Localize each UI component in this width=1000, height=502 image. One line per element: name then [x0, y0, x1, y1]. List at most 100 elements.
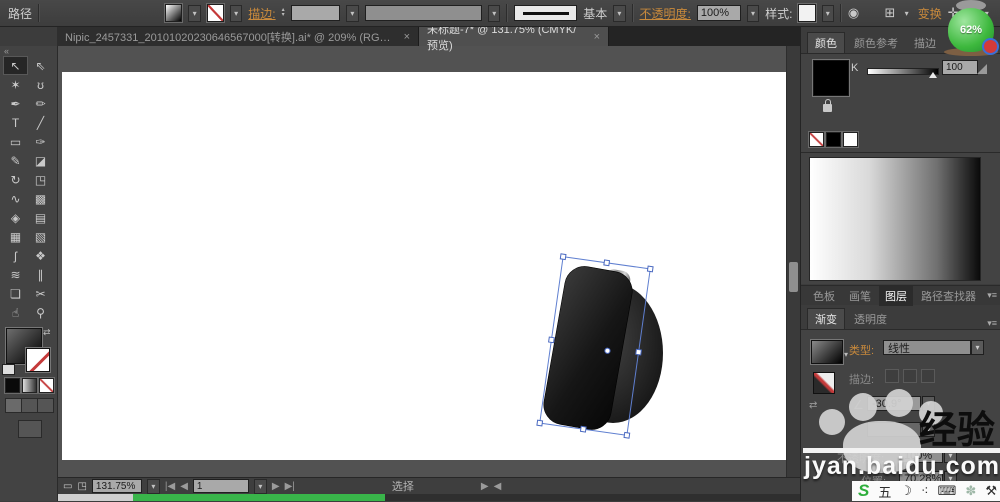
tab-brushes[interactable]: 画笔 [843, 286, 877, 306]
aspect-ratio-field[interactable] [867, 422, 921, 437]
default-fill-stroke-icon[interactable] [2, 364, 15, 375]
selection-handle[interactable] [635, 348, 642, 356]
selection-handle[interactable] [548, 336, 555, 344]
arrange-documents-icon[interactable]: ◳ [77, 481, 86, 492]
zoom-tool[interactable]: ⚲ [28, 303, 53, 322]
gradient-type-dropdown-icon[interactable]: ▾ [971, 340, 984, 355]
tab-stroke[interactable]: 描边 [907, 33, 943, 53]
next-artboard-icon[interactable]: ▶ [272, 481, 280, 492]
opacity-field[interactable]: 100% [696, 5, 741, 21]
selection-handle[interactable] [646, 265, 654, 273]
zoom-level-field[interactable]: 131.75% [91, 479, 142, 493]
prev-artboard-icon[interactable]: ◀ [180, 481, 188, 492]
black-swatch[interactable] [826, 132, 841, 147]
skin-icon[interactable]: ✽ [965, 483, 976, 499]
vertical-scrollbar[interactable] [786, 46, 801, 478]
vertical-scrollbar-thumb[interactable] [789, 262, 798, 292]
magic-wand-tool[interactable]: ✶ [3, 75, 28, 94]
stroke-weight-stepper[interactable]: ▴ ▾ [282, 7, 285, 18]
wrench-icon[interactable]: ⚒ [985, 483, 997, 499]
screen-mode-button[interactable] [18, 420, 42, 438]
artboard-tool[interactable]: ❏ [3, 284, 28, 303]
gradient-button[interactable] [22, 378, 37, 393]
stroke-weight-field[interactable] [290, 5, 341, 21]
first-artboard-icon[interactable]: |◀ [165, 481, 175, 492]
gradient-ramp[interactable] [809, 157, 981, 281]
align-options-icon[interactable]: ⊞ [884, 5, 895, 21]
splitter-left-icon[interactable]: ◀ [494, 481, 502, 492]
free-transform-tool[interactable]: ▩ [28, 189, 53, 208]
stroke-dropdown-icon[interactable]: ▾ [229, 4, 243, 22]
selection-center-point[interactable] [604, 347, 611, 354]
spectrum-wedge-icon[interactable] [977, 64, 987, 74]
rectangle-tool[interactable]: ▭ [3, 132, 28, 151]
punctuation-icon[interactable]: ⁖ [921, 483, 929, 499]
document-tab-1[interactable]: Nipic_2457331_20101020230646567000[转换].a… [57, 27, 419, 46]
wubi-icon[interactable]: 五 [878, 482, 891, 501]
selection-handle[interactable] [536, 419, 544, 427]
transform-link[interactable]: 变换 [918, 5, 942, 22]
tab-pathfinder[interactable]: 路径查找器 [915, 286, 982, 306]
fill-dropdown-icon[interactable]: ▾ [188, 4, 201, 22]
blend-tool[interactable]: ❖ [28, 246, 53, 265]
style-dropdown-icon[interactable]: ▾ [821, 4, 834, 22]
stroke-swatch[interactable] [26, 348, 50, 372]
brush-value[interactable]: 基本 [583, 5, 607, 22]
gradient-stops-icon[interactable]: ⇄ [809, 400, 817, 411]
pen-tool[interactable]: ✒ [3, 94, 28, 113]
moon-icon[interactable]: ☽ [900, 483, 912, 499]
pencil-tool[interactable]: ✎ [3, 151, 28, 170]
draw-inside-button[interactable] [37, 398, 54, 413]
artboard-number-field[interactable]: 1 [192, 479, 249, 493]
width-profile-dropdown-icon[interactable]: ▾ [488, 4, 501, 22]
recolor-artwork-icon[interactable]: ◉ [848, 5, 859, 21]
fill-color-swatch[interactable] [165, 4, 183, 22]
close-icon[interactable]: × [404, 31, 410, 43]
gradient-tool[interactable]: ▧ [28, 227, 53, 246]
width-tool[interactable]: ∿ [3, 189, 28, 208]
stroke-color-swatch[interactable] [206, 4, 224, 22]
type-tool[interactable]: T [3, 113, 28, 132]
stepper-down-icon[interactable]: ▾ [282, 12, 285, 18]
tab-transparency[interactable]: 透明度 [847, 309, 894, 329]
symbol-sprayer-tool[interactable]: ≋ [3, 265, 28, 284]
k-value-field[interactable]: 100 [942, 60, 978, 75]
panel-menu-icon[interactable]: ▾≡ [987, 290, 997, 301]
tab-gradient[interactable]: 渐变 [807, 308, 845, 329]
direct-selection-tool[interactable]: ⇖ [28, 56, 53, 75]
splitter-right-icon[interactable]: ▶ [481, 481, 489, 492]
document-tab-2[interactable]: 未标题-7* @ 131.75% (CMYK/预览) × [419, 24, 609, 52]
scale-tool[interactable]: ◳ [28, 170, 53, 189]
gradient-stroke-swatch[interactable] [813, 372, 835, 394]
aspect-dropdown-icon[interactable]: ▾ [922, 422, 935, 437]
draw-normal-button[interactable] [5, 398, 22, 413]
stroke-along-button[interactable] [903, 369, 917, 383]
color-button[interactable] [5, 378, 20, 393]
last-artboard-icon[interactable]: ▶| [285, 481, 295, 492]
selection-handle[interactable] [623, 431, 631, 439]
k-slider-pointer[interactable] [929, 72, 937, 78]
angle-field[interactable]: -30.9° [867, 396, 921, 411]
lasso-tool[interactable]: ʊ [28, 75, 53, 94]
artboard-dropdown-icon[interactable]: ▾ [253, 478, 267, 494]
stroke-across-button[interactable] [921, 369, 935, 383]
opacity-link[interactable]: 不透明度: [640, 5, 691, 22]
selection-tool[interactable]: ↖ [3, 56, 28, 75]
zoom-dropdown-icon[interactable]: ▾ [146, 478, 160, 494]
artwork[interactable] [57, 46, 786, 478]
stroke-weight-dropdown-icon[interactable]: ▾ [346, 4, 359, 22]
perspective-grid-tool[interactable]: ▤ [28, 208, 53, 227]
stroke-within-button[interactable] [885, 369, 899, 383]
angle-dropdown-icon[interactable]: ▾ [922, 396, 935, 411]
panel-menu-icon[interactable]: ▾≡ [987, 318, 997, 329]
gradient-thumbnail[interactable] [811, 340, 843, 364]
tab-color-guide[interactable]: 颜色参考 [847, 33, 905, 53]
curvature-tool[interactable]: ✏ [28, 94, 53, 113]
tab-layers[interactable]: 图层 [879, 285, 913, 306]
selection-handle[interactable] [603, 259, 611, 267]
hand-tool[interactable]: ☝ [3, 303, 28, 322]
keyboard-icon[interactable]: ⌨ [938, 483, 957, 499]
swap-fill-stroke-icon[interactable]: ⇄ [43, 327, 51, 338]
align-dropdown-icon[interactable]: ▾ [901, 6, 911, 21]
canvas-area[interactable] [57, 46, 786, 478]
